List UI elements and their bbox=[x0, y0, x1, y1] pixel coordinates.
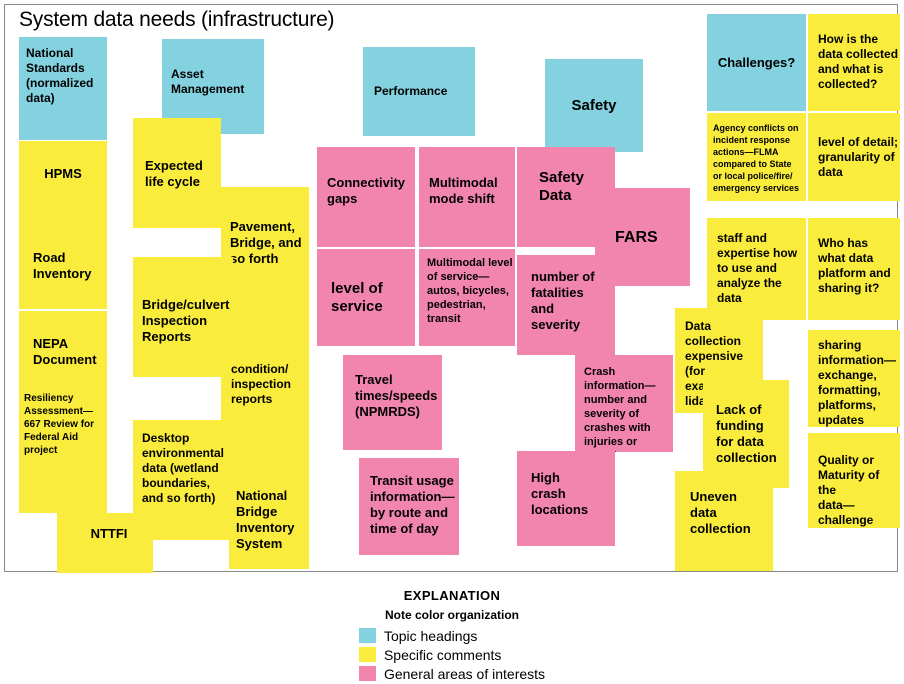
legend: EXPLANATION Note color organization Topi… bbox=[0, 588, 904, 684]
sticky-note-challenges: Challenges? bbox=[707, 14, 806, 111]
legend-item-label: General areas of interests bbox=[383, 665, 546, 682]
sticky-note-label: Agency conflicts on incident response ac… bbox=[713, 123, 800, 193]
legend-item: General areas of interests bbox=[358, 664, 546, 683]
sticky-note-national-standards: National Standards (normalized data) bbox=[19, 37, 107, 140]
sticky-note-crash-information: Crash information— number and severity o… bbox=[575, 355, 673, 452]
sticky-note-connectivity-gaps: Connectivity gaps bbox=[317, 147, 415, 247]
sticky-note-sharing-information: sharing information— exchange, formattin… bbox=[808, 330, 900, 427]
sticky-note-safety: Safety bbox=[545, 59, 643, 152]
sticky-note-label: Challenges? bbox=[717, 54, 796, 70]
sticky-note-pavement-bridge: Pavement, Bridge, and so forth bbox=[221, 187, 309, 332]
sticky-note-level-of-service: level of service bbox=[317, 249, 415, 346]
sticky-note-agency-conflicts: Agency conflicts on incident response ac… bbox=[707, 113, 806, 201]
sticky-note-label: Quality or Maturity of the data—challeng… bbox=[818, 453, 880, 527]
sticky-note-transit-usage: Transit usage information— by route and … bbox=[359, 458, 459, 555]
sticky-note-desktop-environmental: Desktop environmental data (wetland boun… bbox=[133, 420, 238, 540]
sticky-note-label: Performance bbox=[374, 84, 448, 98]
legend-item: Specific comments bbox=[358, 645, 545, 664]
sticky-note-label: Safety Data bbox=[539, 169, 585, 204]
legend-subtitle: Note color organization bbox=[384, 608, 519, 622]
sticky-note-number-of-fatalities: number of fatalities and severity bbox=[517, 255, 615, 355]
sticky-note-high-crash-locations: High crash locations bbox=[517, 451, 615, 546]
sticky-note-bridge-culvert-reports: Bridge/culvert Inspection Reports bbox=[133, 257, 233, 377]
sticky-note-label: Lack of funding for data collection bbox=[716, 402, 777, 465]
legend-item: Topic headings bbox=[358, 626, 545, 645]
sticky-note-label: NTTFI bbox=[90, 526, 128, 541]
sticky-note-label: Safety bbox=[571, 96, 617, 114]
sticky-note-label: Bridge/culvert Inspection Reports bbox=[142, 297, 230, 344]
sticky-note-label: Crash information— number and severity o… bbox=[584, 366, 656, 452]
sticky-note-label: level of service bbox=[331, 279, 383, 315]
sticky-note-label: Asset Management bbox=[171, 67, 245, 96]
sticky-note-expected-life-cycle: Expected life cycle bbox=[133, 118, 221, 228]
legend-item-label: Topic headings bbox=[383, 627, 478, 644]
page-title: System data needs (infrastructure) bbox=[19, 8, 335, 31]
sticky-note-label: Multimodal level of service— autos, bicy… bbox=[427, 257, 513, 325]
sticky-note-multimodal-los: Multimodal level of service— autos, bicy… bbox=[419, 249, 515, 346]
sticky-note-performance: Performance bbox=[363, 47, 475, 136]
sticky-note-nepa-document: NEPA Document bbox=[19, 311, 107, 383]
diagram-frame: System data needs (infrastructure) Natio… bbox=[4, 4, 900, 573]
sticky-note-label: Road Inventory bbox=[33, 250, 92, 281]
sticky-note-label: sharing information— exchange, formattin… bbox=[818, 338, 896, 427]
sticky-note-label: National Bridge Inventory System bbox=[236, 488, 295, 551]
sticky-note-label: Who has what data platform and sharing i… bbox=[818, 236, 891, 295]
sticky-note-resiliency-assessment: Resiliency Assessment— 667 Review for Fe… bbox=[19, 383, 107, 513]
sticky-note-label: Desktop environmental data (wetland boun… bbox=[142, 431, 225, 505]
diagram-page: System data needs (infrastructure) Natio… bbox=[0, 0, 904, 684]
sticky-note-national-bridge-inv: National Bridge Inventory System bbox=[229, 452, 309, 569]
sticky-note-how-is-data-collected: How is the data collected and what is co… bbox=[808, 14, 900, 111]
sticky-note-label: staff and expertise how to use and analy… bbox=[717, 231, 798, 305]
sticky-note-quality-or-maturity: Quality or Maturity of the data—challeng… bbox=[808, 433, 900, 528]
sticky-note-label: How is the data collected and what is co… bbox=[818, 32, 899, 91]
sticky-note-label: HPMS bbox=[44, 166, 82, 181]
sticky-note-label: Multimodal mode shift bbox=[429, 175, 498, 206]
sticky-note-label: Uneven data collection bbox=[690, 489, 751, 536]
legend-item-label: Specific comments bbox=[383, 646, 502, 663]
sticky-note-level-of-detail: level of detail; granularity of data bbox=[808, 113, 900, 201]
sticky-note-road-inventory: Road Inventory bbox=[19, 241, 107, 309]
sticky-note-label: High crash locations bbox=[531, 470, 589, 517]
sticky-note-travel-times-speeds: Travel times/speeds (NPMRDS) bbox=[343, 355, 442, 450]
legend-items: Topic headings Specific comments General a… bbox=[358, 626, 546, 683]
sticky-note-label: number of fatalities and severity bbox=[531, 269, 595, 332]
sticky-note-label: Connectivity gaps bbox=[327, 175, 406, 206]
sticky-note-uneven-data-collection: Uneven data collection bbox=[675, 471, 773, 571]
legend-title: EXPLANATION bbox=[403, 588, 501, 603]
sticky-note-label: Travel times/speeds (NPMRDS) bbox=[355, 372, 438, 419]
sticky-note-label: NEPA Document bbox=[33, 336, 97, 367]
sticky-note-hpms: HPMS bbox=[19, 141, 107, 241]
sticky-note-label: National Standards (normalized data) bbox=[26, 46, 94, 105]
sticky-note-label: Pavement, Bridge, and so forth bbox=[230, 219, 302, 266]
sticky-note-multimodal-mode-shift: Multimodal mode shift bbox=[419, 147, 515, 247]
sticky-note-label: condition/ inspection reports bbox=[231, 362, 292, 406]
legend-color-swatch bbox=[358, 628, 376, 643]
sticky-note-staff-and-expertise: staff and expertise how to use and analy… bbox=[707, 218, 806, 320]
legend-color-swatch bbox=[358, 647, 376, 662]
sticky-note-label: FARS bbox=[615, 228, 658, 246]
sticky-note-label: Transit usage information— by route and … bbox=[370, 473, 455, 536]
sticky-note-who-has-what-data: Who has what data platform and sharing i… bbox=[808, 218, 900, 320]
sticky-note-label: Resiliency Assessment— 667 Review for Fe… bbox=[24, 393, 95, 456]
sticky-note-label: Expected life cycle bbox=[145, 158, 203, 189]
legend-color-swatch bbox=[358, 666, 376, 681]
sticky-note-label: level of detail; granularity of data bbox=[818, 134, 899, 179]
